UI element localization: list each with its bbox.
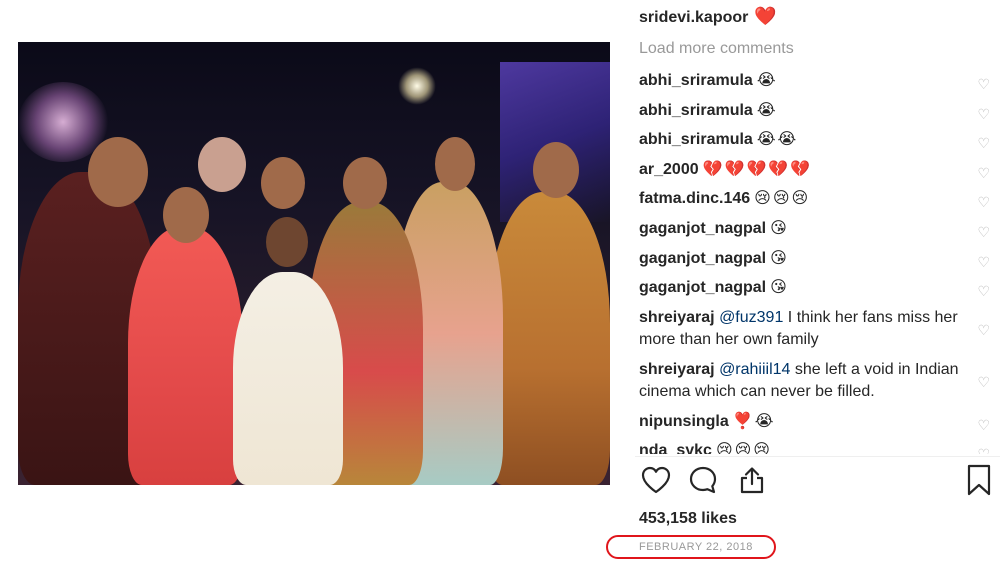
comment-like-heart-icon[interactable]: ♡ — [977, 443, 990, 454]
person-head — [343, 157, 387, 209]
comment-username[interactable]: gaganjot_nagpal — [639, 250, 766, 267]
comment-username[interactable]: abhi_sriramula — [639, 131, 753, 148]
comment-username[interactable]: fatma.dinc.146 — [639, 190, 750, 207]
comment-text: 😢😢😢 — [754, 190, 811, 208]
comment: shreiyaraj @rahiiil14 she left a void in… — [639, 355, 994, 407]
comment-username[interactable]: nda_sykc — [639, 442, 712, 454]
heart-outline-icon[interactable] — [639, 462, 673, 498]
post-owner: sridevi.kapoor ❤️ — [639, 6, 777, 27]
section-divider — [635, 456, 1000, 457]
comment: nipunsingla ❣️😭 ♡ — [639, 407, 994, 437]
comment-like-heart-icon[interactable]: ♡ — [977, 414, 990, 436]
comment-username[interactable]: shreiyaraj — [639, 309, 715, 326]
comment: gaganjot_nagpal 😘 ♡ — [639, 244, 994, 274]
comment-text: 😭😭 — [756, 131, 799, 149]
person-head — [435, 137, 475, 191]
comment-username[interactable]: ar_2000 — [639, 161, 699, 178]
comment-username[interactable]: nipunsingla — [639, 413, 729, 430]
comment: abhi_sriramula 😭 ♡ — [639, 96, 994, 126]
person-head — [261, 157, 305, 209]
comment: gaganjot_nagpal 😘 ♡ — [639, 273, 994, 303]
person-silhouette — [488, 192, 610, 485]
comment-like-heart-icon[interactable]: ♡ — [977, 280, 990, 302]
comment: abhi_sriramula 😭 ♡ — [639, 66, 994, 96]
post-photo[interactable] — [18, 42, 610, 485]
comment-like-heart-icon[interactable]: ♡ — [977, 221, 990, 243]
person-head — [198, 137, 246, 192]
comment-text: 😘 — [770, 279, 789, 297]
share-icon[interactable] — [735, 462, 769, 498]
person-head — [266, 217, 308, 267]
comment-like-heart-icon[interactable]: ♡ — [977, 132, 990, 154]
comment-username[interactable]: shreiyaraj — [639, 361, 715, 378]
comment-like-heart-icon[interactable]: ♡ — [977, 371, 990, 393]
comment-like-heart-icon[interactable]: ♡ — [977, 103, 990, 125]
heart-emoji: ❤️ — [754, 6, 777, 26]
comment: ar_2000 💔💔💔💔💔 ♡ — [639, 155, 994, 185]
comment-text: 💔💔💔💔💔 — [702, 160, 813, 178]
comment-text: 😘 — [770, 249, 789, 267]
comment-text: 😘 — [770, 219, 789, 237]
post-details-panel: sridevi.kapoor ❤️ Load more comments abhi… — [606, 0, 1000, 565]
comment-mention[interactable]: @rahiiil14 — [719, 361, 790, 378]
comment-like-heart-icon[interactable]: ♡ — [977, 251, 990, 273]
load-more-comments-button[interactable]: Load more comments — [639, 40, 794, 58]
comment-username[interactable]: abhi_sriramula — [639, 102, 753, 119]
person-head — [163, 187, 209, 243]
comment: abhi_sriramula 😭😭 ♡ — [639, 125, 994, 155]
comment-like-heart-icon[interactable]: ♡ — [977, 162, 990, 184]
comment: nda_sykc😢😢😢 ♡ — [639, 436, 994, 454]
comment-text: 😢😢😢 — [715, 442, 772, 454]
comment: shreiyaraj @fuz391 I think her fans miss… — [639, 303, 994, 355]
speech-bubble-icon[interactable] — [686, 462, 720, 498]
comment-list[interactable]: abhi_sriramula 😭 ♡ abhi_sriramula 😭 ♡ abhi… — [639, 66, 994, 454]
comment-like-heart-icon[interactable]: ♡ — [977, 73, 990, 95]
person-head — [533, 142, 579, 198]
comment: gaganjot_nagpal 😘 ♡ — [639, 214, 994, 244]
bookmark-icon[interactable] — [962, 462, 996, 498]
comment-mention[interactable]: @fuz391 — [719, 309, 783, 326]
person-head — [88, 137, 148, 207]
comment-text: ❣️😭 — [732, 412, 776, 430]
person-silhouette — [128, 227, 243, 485]
comment-username[interactable]: gaganjot_nagpal — [639, 220, 766, 237]
post-action-bar — [639, 462, 996, 502]
comment-text: 😭 — [756, 101, 778, 119]
comment: fatma.dinc.146 😢😢😢 ♡ — [639, 184, 994, 214]
comment-username[interactable]: abhi_sriramula — [639, 72, 753, 89]
comment-text: 😭 — [756, 72, 778, 89]
person-silhouette — [233, 272, 343, 485]
comment-username[interactable]: gaganjot_nagpal — [639, 279, 766, 296]
like-count[interactable]: 453,158 likes — [639, 510, 737, 528]
stage-light — [398, 67, 436, 105]
comment-like-heart-icon[interactable]: ♡ — [977, 319, 990, 341]
owner-username[interactable]: sridevi.kapoor — [639, 9, 748, 26]
post-date[interactable]: FEBRUARY 22, 2018 — [639, 541, 753, 553]
comment-like-heart-icon[interactable]: ♡ — [977, 191, 990, 213]
